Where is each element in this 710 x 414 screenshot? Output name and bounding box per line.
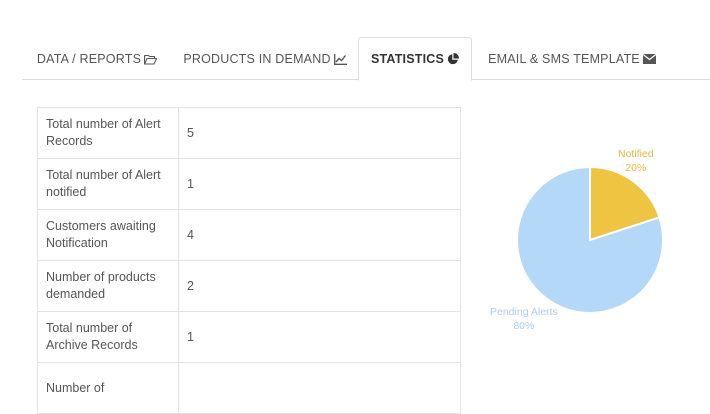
tab-email-sms-template[interactable]: EMAIL & SMS TEMPLATE (477, 37, 667, 81)
tab-label: PRODUCTS IN DEMAND (183, 52, 331, 66)
slice-name: Notified (618, 148, 654, 160)
tab-label: DATA / REPORTS (36, 52, 142, 66)
table-row: Customers awaiting Notification 4 (37, 209, 461, 261)
tab-bar: DATA / REPORTS PRODUCTS IN DEMAND STATIS… (22, 0, 710, 81)
pie-chart-icon (447, 53, 460, 65)
row-label: Number of (37, 362, 179, 414)
row-label: Number of products demanded (37, 260, 179, 312)
row-value: 4 (178, 209, 461, 261)
alerts-pie-chart: Notified 20% Pending Alerts 80% (470, 100, 710, 360)
table-row: Total number of Alert Records 5 (37, 107, 461, 159)
row-value: 1 (178, 158, 461, 210)
slice-percent: 80% (513, 320, 535, 332)
row-value: 2 (178, 260, 461, 312)
envelope-icon (642, 54, 656, 64)
slice-name: Pending Alerts (490, 306, 558, 318)
row-label: Customers awaiting Notification (37, 209, 179, 261)
tab-label: STATISTICS (370, 52, 445, 66)
row-value: 5 (178, 107, 461, 159)
table-row: Total number of Alert notified 1 (37, 158, 461, 210)
row-label: Total number of Archive Records (37, 311, 179, 363)
slice-label-pending: Pending Alerts 80% (490, 305, 558, 333)
tab-products-in-demand[interactable]: PRODUCTS IN DEMAND (172, 37, 358, 81)
folder-open-icon (144, 54, 158, 65)
slice-label-notified: Notified 20% (618, 147, 654, 175)
statistics-table: Total number of Alert Records 5 Total nu… (37, 107, 461, 414)
table-row: Total number of Archive Records 1 (37, 311, 461, 363)
row-value (178, 362, 461, 414)
row-label: Total number of Alert Records (37, 107, 179, 159)
tab-statistics[interactable]: STATISTICS (358, 37, 472, 81)
line-chart-icon (333, 53, 347, 65)
slice-percent: 20% (625, 162, 647, 174)
tab-data-reports[interactable]: DATA / REPORTS (22, 37, 172, 81)
table-row: Number of (37, 362, 461, 414)
row-value: 1 (178, 311, 461, 363)
tab-label: EMAIL & SMS TEMPLATE (488, 52, 640, 66)
table-row: Number of products demanded 2 (37, 260, 461, 312)
row-label: Total number of Alert notified (37, 158, 179, 210)
